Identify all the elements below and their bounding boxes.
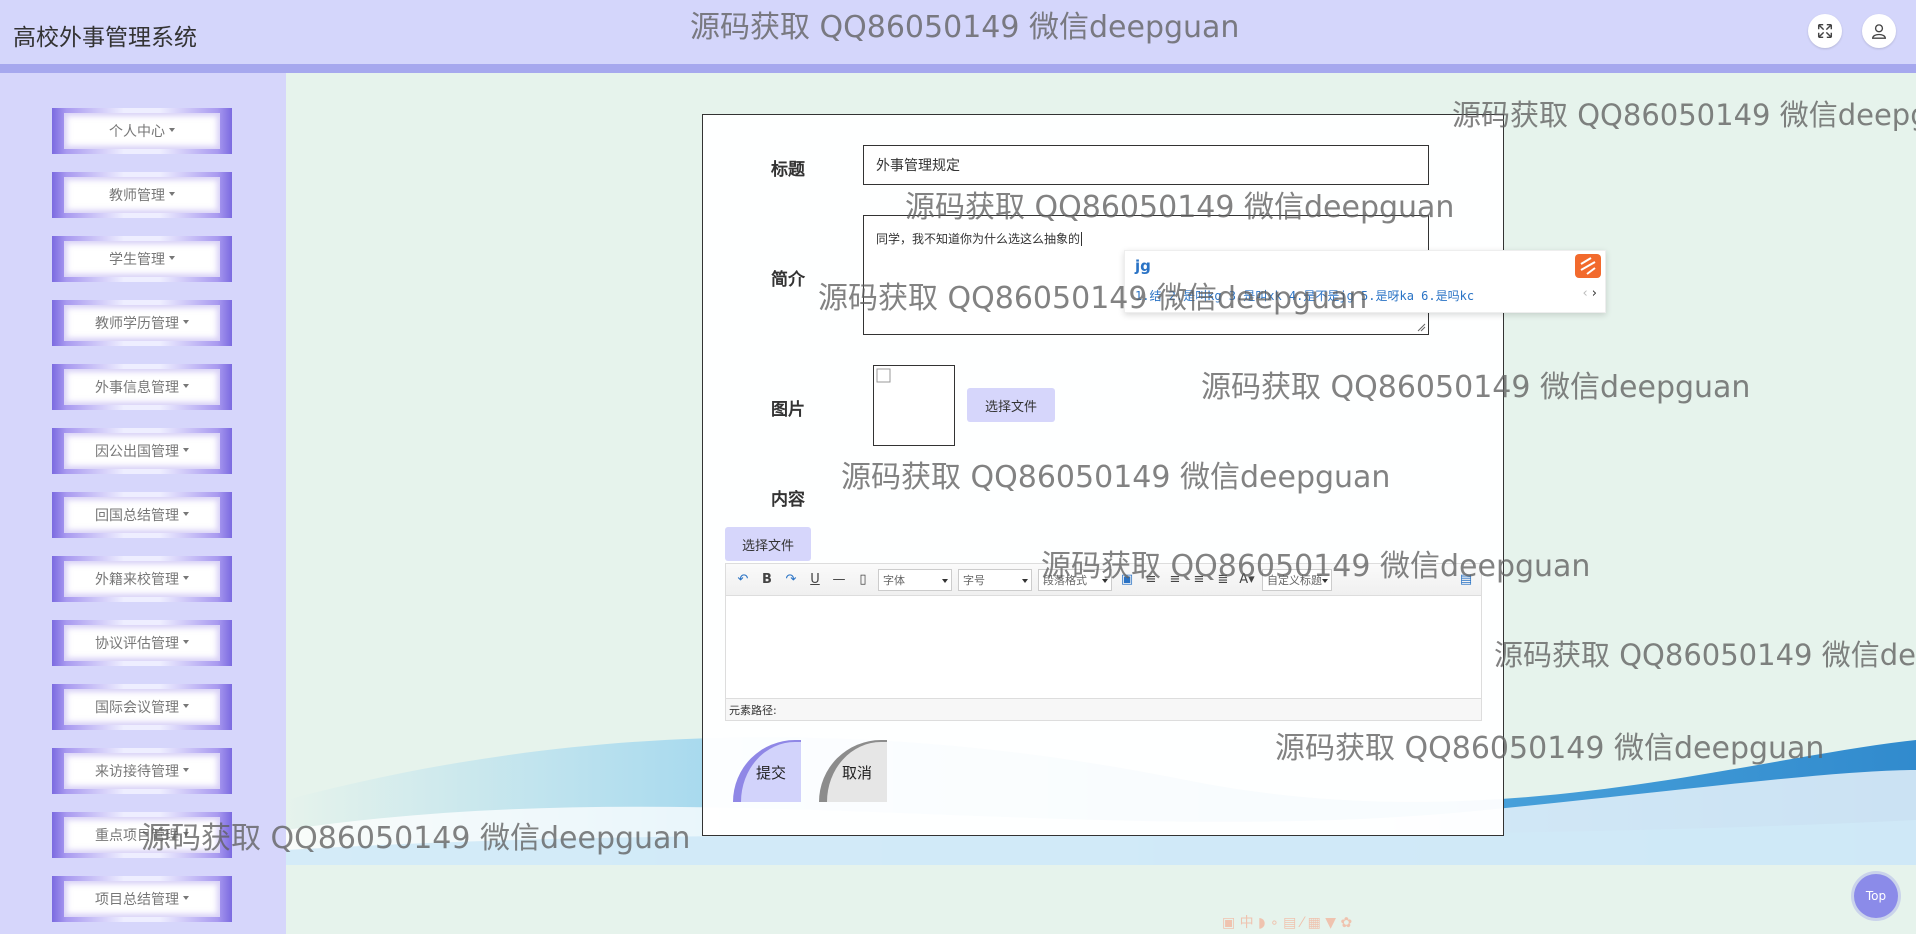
image-preview	[873, 365, 955, 446]
watermark: 源码获取 QQ86050149 微信deepguan	[818, 281, 1368, 316]
font-family-select[interactable]: 字体	[878, 568, 952, 591]
sidebar-item-label: 项目总结管理	[95, 892, 179, 908]
caret-down-icon	[183, 896, 189, 900]
bold-icon[interactable]: B	[758, 571, 776, 589]
watermark: 源码获取 QQ86050149 微信deepguan	[1494, 638, 1916, 672]
watermark: 源码获取 QQ86050149 微信deepguan	[905, 190, 1455, 225]
sidebar-item-label: 回国总结管理	[95, 508, 179, 524]
sidebar-item-label: 学生管理	[109, 252, 165, 268]
sidebar: 个人中心 教师管理 学生管理 教师学历管理 外事信息管理 因公出国管理 回国总结…	[0, 73, 286, 934]
ime-prev-icon[interactable]: ‹	[1582, 286, 1587, 301]
caret-down-icon	[183, 384, 189, 388]
user-button[interactable]	[1862, 14, 1896, 48]
horizontal-rule-icon[interactable]: —	[830, 571, 848, 589]
page-icon[interactable]: ▯	[854, 571, 872, 589]
ime-logo-icon	[1575, 254, 1601, 278]
sidebar-item-agreement[interactable]: 协议评估管理	[52, 620, 232, 666]
caret-down-icon	[183, 512, 189, 516]
rich-text-editor: ↶ B ↷ U — ▯ 字体 字号 段落格式 ▣ ≡ ≡ ≡ ≣ A▾ 自定义标…	[725, 563, 1482, 721]
ime-next-icon[interactable]: ›	[1592, 286, 1597, 301]
fullscreen-button[interactable]	[1808, 14, 1842, 48]
sidebar-item-label: 因公出国管理	[95, 444, 179, 460]
sidebar-item-label: 来访接待管理	[95, 764, 179, 780]
sidebar-item-return-summary[interactable]: 回国总结管理	[52, 492, 232, 538]
watermark: 源码获取 QQ86050149 微信deepguan	[1201, 370, 1751, 405]
ime-toolbar-tray: ▣ 中 ◗ ∘ ▤ ⁄ ▦ ▼ ✿	[1222, 915, 1353, 931]
summary-label: 简介	[771, 270, 805, 290]
image-choose-file-button[interactable]: 选择文件	[967, 388, 1055, 422]
sidebar-item-personal-center[interactable]: 个人中心	[52, 108, 232, 154]
sidebar-item-label: 教师学历管理	[95, 316, 179, 332]
content-choose-file-button[interactable]: 选择文件	[725, 527, 811, 561]
sidebar-item-teacher[interactable]: 教师管理	[52, 172, 232, 218]
text-caret	[1081, 232, 1083, 246]
content-footer-area	[286, 865, 1916, 934]
watermark: 源码获取 QQ86050149 微信deepguan	[841, 460, 1391, 495]
caret-down-icon	[183, 576, 189, 580]
redo-icon[interactable]: ↷	[782, 571, 800, 589]
editor-status-bar: 元素路径:	[726, 698, 1481, 720]
app-title: 高校外事管理系统	[13, 25, 197, 51]
sidebar-item-label: 个人中心	[109, 124, 165, 140]
sidebar-item-label: 外事信息管理	[95, 380, 179, 396]
sidebar-item-official-abroad[interactable]: 因公出国管理	[52, 428, 232, 474]
header-divider	[0, 64, 1916, 73]
title-input[interactable]: 外事管理规定	[863, 145, 1429, 185]
caret-down-icon	[169, 256, 175, 260]
fullscreen-icon	[1817, 23, 1833, 39]
sidebar-item-label: 国际会议管理	[95, 700, 179, 716]
caret-down-icon	[183, 704, 189, 708]
sidebar-item-label: 教师管理	[109, 188, 165, 204]
caret-down-icon	[183, 640, 189, 644]
back-to-top-button[interactable]: Top	[1854, 874, 1898, 918]
sidebar-item-foreign-info[interactable]: 外事信息管理	[52, 364, 232, 410]
title-label: 标题	[771, 160, 805, 180]
element-path-label: 元素路径:	[729, 703, 777, 717]
ime-page-arrows[interactable]: ‹ ›	[1582, 286, 1597, 301]
sidebar-item-label: 外籍来校管理	[95, 572, 179, 588]
watermark: 源码获取 QQ86050149 微信deepguan	[690, 10, 1240, 45]
watermark: 源码获取 QQ86050149 微信deepguan	[1041, 549, 1591, 584]
sidebar-item-reception[interactable]: 来访接待管理	[52, 748, 232, 794]
caret-down-icon	[183, 448, 189, 452]
image-label: 图片	[771, 400, 805, 420]
caret-down-icon	[169, 192, 175, 196]
caret-down-icon	[183, 320, 189, 324]
user-icon	[1872, 24, 1886, 39]
sidebar-item-label: 协议评估管理	[95, 636, 179, 652]
undo-icon[interactable]: ↶	[734, 571, 752, 589]
sidebar-item-conference[interactable]: 国际会议管理	[52, 684, 232, 730]
sidebar-item-student[interactable]: 学生管理	[52, 236, 232, 282]
broken-image-icon	[876, 368, 891, 383]
editor-content-area[interactable]	[726, 597, 1481, 697]
content-label: 内容	[771, 490, 805, 510]
caret-down-icon	[169, 128, 175, 132]
resize-handle-icon[interactable]	[1416, 322, 1426, 332]
summary-text: 同学，我不知道你为什么选这么抽象的	[876, 232, 1081, 246]
sidebar-item-teacher-degree[interactable]: 教师学历管理	[52, 300, 232, 346]
watermark: 源码获取 QQ86050149 微信deepguan	[1275, 731, 1825, 766]
watermark: 源码获取 QQ86050149 微信deepguan	[1452, 98, 1916, 132]
caret-down-icon	[183, 768, 189, 772]
sidebar-item-project-summary[interactable]: 项目总结管理	[52, 876, 232, 922]
sidebar-item-foreign-visit[interactable]: 外籍来校管理	[52, 556, 232, 602]
underline-icon[interactable]: U	[806, 571, 824, 589]
font-size-select[interactable]: 字号	[958, 568, 1032, 591]
watermark: 源码获取 QQ86050149 微信deepguan	[141, 821, 691, 856]
